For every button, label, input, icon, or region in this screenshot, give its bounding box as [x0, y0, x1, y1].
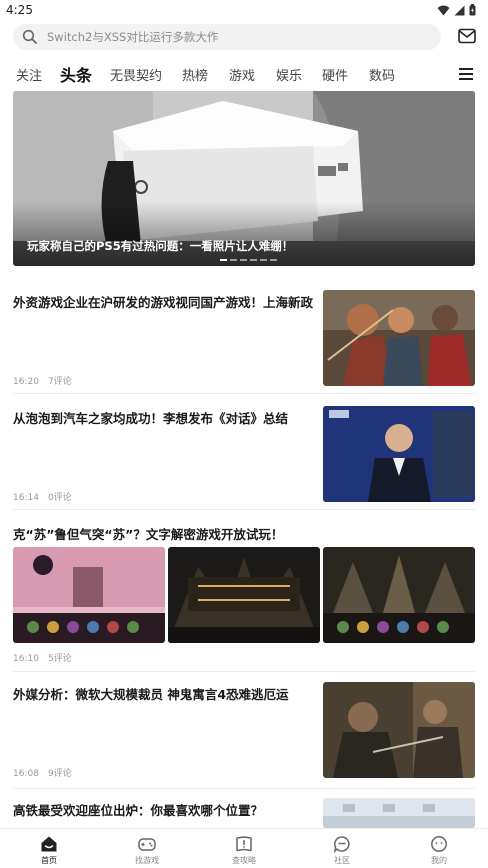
nav-label: 首页: [41, 856, 57, 865]
divider: [13, 671, 475, 672]
category-tabs: 关注 头条 无畏契约 热榜 游戏 娱乐 硬件 数码: [0, 60, 488, 88]
news-thumbnail: [168, 547, 320, 643]
news-thumbnail: [323, 406, 475, 502]
news-item[interactable]: 外媒分析：微软大规模裁员 神鬼寓言4恐难逃厄运 16:08 9评论: [13, 682, 475, 779]
pagination-dot: [220, 259, 227, 261]
pagination-dot: [230, 259, 237, 261]
banner-shade: [13, 201, 475, 266]
news-thumbnail: [323, 547, 475, 643]
news-comments: 5评论: [47, 654, 72, 664]
tab-entertainment[interactable]: 娱乐: [276, 65, 302, 84]
search-row: Switch2与XSS对比运行多款大作: [0, 24, 488, 52]
tab-games[interactable]: 游戏: [229, 65, 255, 84]
nav-community[interactable]: 社区: [307, 829, 377, 868]
gamepad-icon: [138, 838, 156, 851]
news-item[interactable]: 从泡泡到汽车之家均成功！李想发布《对话》总结 16:14 0评论: [13, 406, 475, 503]
news-comments: 7评论: [47, 377, 72, 387]
news-item[interactable]: 克“苏”鲁但气突“苏”？文字解密游戏开放试玩！ 16:10 5评论: [13, 522, 475, 664]
news-title: 从泡泡到汽车之家均成功！李想发布《对话》总结: [13, 411, 289, 426]
news-item[interactable]: 外资游戏企业在沪研发的游戏视同国产游戏！上海新政 16:20 7评论: [13, 290, 475, 387]
news-thumbnail: [323, 682, 475, 778]
banner-caption: 玩家称自己的PS5有过热问题：一看照片让人难绷！: [27, 239, 294, 253]
headline-banner[interactable]: 玩家称自己的PS5有过热问题：一看照片让人难绷！: [13, 91, 475, 266]
news-item[interactable]: 高铁最受欢迎座位出炉：你最喜欢哪个位置？: [13, 798, 475, 828]
nav-profile[interactable]: 我的: [404, 829, 474, 868]
news-title: 外资游戏企业在沪研发的游戏视同国产游戏！上海新政: [13, 295, 314, 310]
status-bar: 4:25: [0, 0, 488, 22]
news-time: 16:10: [13, 654, 39, 664]
news-meta: 16:10 5评论: [13, 651, 72, 664]
pagination-dot: [240, 259, 247, 261]
mail-icon[interactable]: [458, 28, 476, 44]
bottom-nav: 首页 找游戏 查攻略 社区 我的: [0, 828, 488, 868]
wifi-icon: [437, 5, 450, 15]
guide-book-icon: [236, 836, 252, 852]
news-title: 外媒分析：微软大规模裁员 神鬼寓言4恐难逃厄运: [13, 687, 289, 702]
nav-label: 查攻略: [232, 856, 256, 865]
nav-label: 找游戏: [135, 856, 159, 865]
search-placeholder: Switch2与XSS对比运行多款大作: [47, 30, 219, 44]
nav-guides[interactable]: 查攻略: [209, 829, 279, 868]
news-time: 16:14: [13, 493, 39, 503]
search-input[interactable]: Switch2与XSS对比运行多款大作: [13, 24, 441, 50]
pagination-dot: [250, 259, 257, 261]
profile-face-icon: [431, 836, 447, 852]
news-meta: 16:20 7评论: [13, 374, 72, 387]
news-meta: 16:14 0评论: [13, 490, 72, 503]
status-icons: [437, 4, 476, 16]
nav-home[interactable]: 首页: [14, 829, 84, 868]
news-comments: 9评论: [47, 769, 72, 779]
menu-icon[interactable]: [458, 67, 474, 81]
tab-hardware[interactable]: 硬件: [322, 65, 348, 84]
news-thumbnail: [323, 290, 475, 386]
news-thumbnail: [323, 798, 475, 828]
pagination-dot: [270, 259, 277, 261]
divider: [13, 788, 475, 789]
news-time: 16:20: [13, 377, 39, 387]
news-thumbnail: [13, 547, 165, 643]
tab-digital[interactable]: 数码: [369, 65, 395, 84]
news-meta: 16:08 9评论: [13, 766, 72, 779]
search-icon: [22, 29, 37, 44]
news-comments: 0评论: [47, 493, 72, 503]
battery-icon: [469, 4, 476, 16]
banner-pagination: [220, 259, 277, 261]
home-icon: [41, 836, 57, 852]
pagination-dot: [260, 259, 267, 261]
tab-follow[interactable]: 关注: [16, 65, 42, 84]
community-chat-icon: [333, 836, 350, 853]
nav-label: 社区: [334, 856, 350, 865]
status-time: 4:25: [6, 3, 33, 17]
divider: [13, 509, 475, 510]
signal-icon: [454, 5, 465, 15]
tab-headlines[interactable]: 头条: [60, 62, 92, 86]
tab-valorant[interactable]: 无畏契约: [110, 65, 162, 84]
news-title: 克“苏”鲁但气突“苏”？文字解密游戏开放试玩！: [13, 527, 284, 542]
nav-find-games[interactable]: 找游戏: [112, 829, 182, 868]
news-title: 高铁最受欢迎座位出炉：你最喜欢哪个位置？: [13, 803, 264, 818]
nav-label: 我的: [431, 856, 447, 865]
news-time: 16:08: [13, 769, 39, 779]
tab-hot-list[interactable]: 热榜: [182, 65, 208, 84]
divider: [13, 393, 475, 394]
